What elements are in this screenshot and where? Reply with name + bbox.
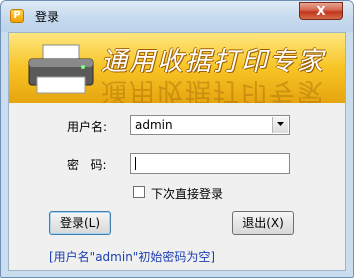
text-caret [135,157,136,170]
app-icon: P [10,9,24,23]
title-bar[interactable]: P 登录 X [1,1,353,32]
password-label: 密 码: [67,158,107,172]
hint-text: [用户名"admin"初始密码为空] [49,250,216,264]
login-button[interactable]: 登录(L) [49,211,111,235]
username-combobox[interactable]: admin [130,115,290,135]
banner: 通用收据打印专家 通用收据打印专家 [9,33,345,103]
password-input[interactable] [130,153,290,174]
dialog-body: 通用收据打印专家 通用收据打印专家 用户名: admin 密 码: 下次直接登录… [8,32,346,271]
username-label: 用户名: [67,120,108,134]
banner-title-reflection: 通用收据打印专家 [101,76,326,103]
login-window: P 登录 X 通用收据打印专家 通用收据打印专家 用户名: admin 密 码: [0,0,354,278]
exit-button[interactable]: 退出(X) [232,211,294,235]
chevron-down-icon[interactable] [272,117,288,133]
auto-login-label[interactable]: 下次直接登录 [151,185,223,202]
window-title: 登录 [35,10,60,24]
banner-title: 通用收据打印专家 [101,47,326,77]
auto-login-checkbox[interactable] [133,186,145,198]
close-button[interactable]: X [299,2,343,20]
username-value: admin [135,118,173,132]
printer-icon [28,44,94,94]
